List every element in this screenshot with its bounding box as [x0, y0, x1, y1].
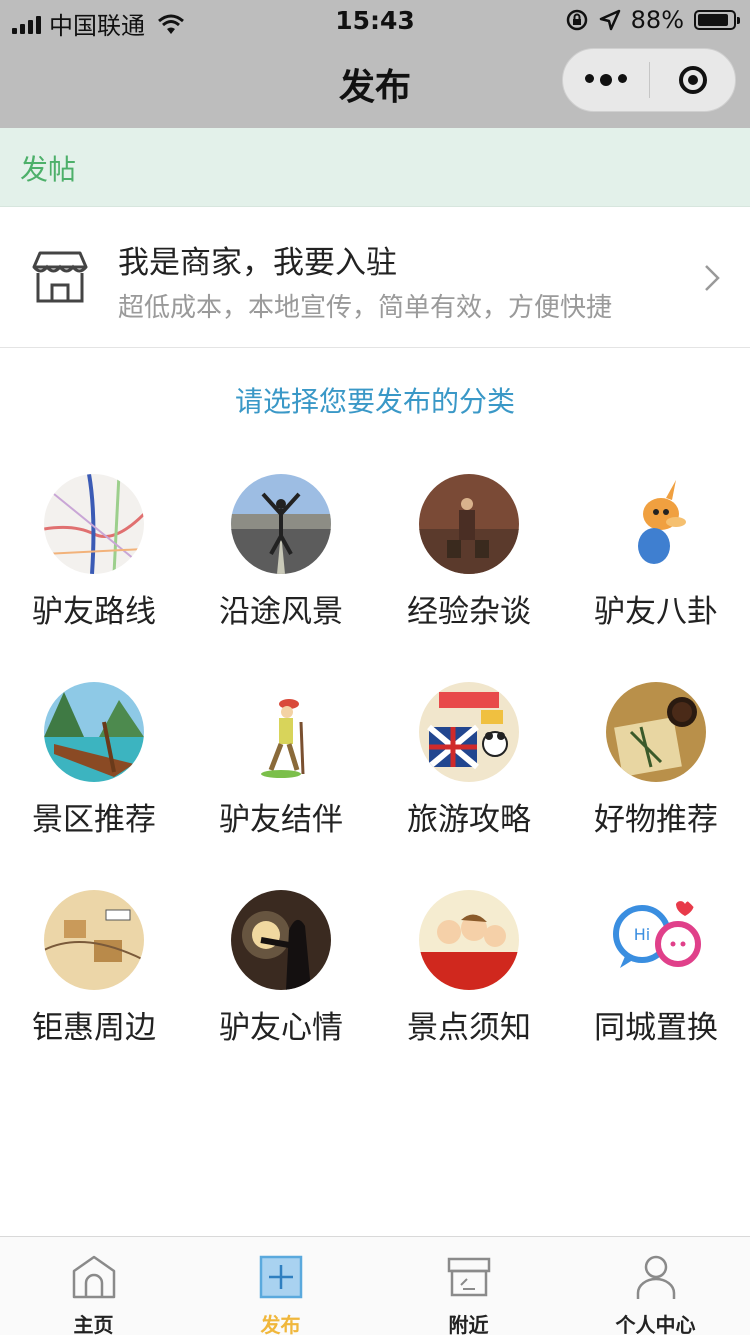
category-item-gossip[interactable]: 驴友八卦 — [562, 472, 750, 652]
status-bar: 中国联通 15:43 88% — [0, 0, 750, 40]
cartoon-kangaroo-image — [606, 474, 706, 574]
tab-profile[interactable]: 个人中心 — [562, 1237, 749, 1337]
coffee-notebook-image — [606, 682, 706, 782]
category-label: 旅游攻略 — [407, 802, 531, 838]
more-options-icon[interactable] — [563, 74, 649, 86]
home-icon — [72, 1255, 116, 1299]
post-header-label: 发帖 — [20, 153, 77, 186]
illustrated-map-image — [44, 890, 144, 990]
tab-publish[interactable]: 发布 — [187, 1237, 374, 1337]
status-right: 88% — [565, 6, 740, 34]
merchant-title: 我是商家，我要入驻 — [118, 245, 397, 281]
post-header: 发帖 — [0, 128, 750, 207]
category-label: 驴友路线 — [32, 594, 156, 630]
cartoon-hiker-image — [231, 682, 331, 782]
mini-program-capsule — [562, 48, 736, 112]
cartoon-friends-image — [419, 890, 519, 990]
category-label: 驴友结伴 — [219, 802, 343, 838]
road-traveler-image — [231, 474, 331, 574]
close-mini-program-button[interactable] — [650, 66, 735, 94]
category-label: 经验杂谈 — [407, 594, 531, 630]
route-map-image — [44, 474, 144, 574]
tab-bar: 主页 发布 附近 个人中心 — [0, 1236, 750, 1337]
category-label: 同城置换 — [594, 1010, 718, 1046]
category-label: 景点须知 — [407, 1010, 531, 1046]
category-item-travel-guide[interactable]: 旅游攻略 — [375, 680, 563, 860]
category-label: 驴友八卦 — [594, 594, 718, 630]
person-icon — [636, 1255, 676, 1299]
category-label: 沿途风景 — [219, 594, 343, 630]
category-label: 景区推荐 — [32, 802, 156, 838]
category-label: 驴友心情 — [219, 1010, 343, 1046]
svg-text:Hi: Hi — [634, 925, 650, 944]
category-item-attraction-tips[interactable]: 景点须知 — [375, 888, 563, 1068]
category-item-routes[interactable]: 驴友路线 — [0, 472, 188, 652]
category-item-scenic-spots[interactable]: 景区推荐 — [0, 680, 188, 860]
plus-square-icon — [259, 1255, 303, 1299]
category-item-scenery[interactable]: 沿途风景 — [187, 472, 375, 652]
chevron-right-icon — [705, 265, 720, 291]
category-item-nearby-deals[interactable]: 钜惠周边 — [0, 888, 188, 1068]
rotation-lock-icon — [566, 9, 587, 31]
merchant-signup-row[interactable]: 我是商家，我要入驻 超低成本，本地宣传，简单有效，方便快捷 — [0, 207, 750, 348]
longtail-boat-image — [44, 682, 144, 782]
tab-nearby[interactable]: 附近 — [375, 1237, 562, 1337]
sunset-silhouette-image — [231, 890, 331, 990]
category-item-companions[interactable]: 驴友结伴 — [187, 680, 375, 860]
battery-icon — [694, 10, 740, 30]
target-icon — [678, 66, 707, 94]
category-label: 好物推荐 — [594, 802, 718, 838]
location-arrow-icon — [599, 9, 620, 31]
store-icon — [32, 251, 88, 303]
category-item-good-things[interactable]: 好物推荐 — [562, 680, 750, 860]
nav-bar: 发布 — [0, 40, 750, 128]
merchant-subtitle: 超低成本，本地宣传，简单有效，方便快捷 — [118, 293, 613, 323]
tab-home[interactable]: 主页 — [0, 1237, 187, 1337]
traveler-suitcases-image — [419, 474, 519, 574]
battery-percent: 88% — [630, 6, 684, 34]
chat-bubbles-image: Hi — [606, 890, 706, 990]
category-item-local-exchange[interactable]: Hi 同城置换 — [562, 888, 750, 1068]
category-prompt: 请选择您要发布的分类 — [234, 385, 515, 418]
category-label: 钜惠周边 — [32, 1010, 156, 1046]
travel-stickers-image — [419, 682, 519, 782]
category-item-mood[interactable]: 驴友心情 — [187, 888, 375, 1068]
category-item-experience[interactable]: 经验杂谈 — [375, 472, 563, 652]
store-box-icon — [447, 1257, 491, 1297]
